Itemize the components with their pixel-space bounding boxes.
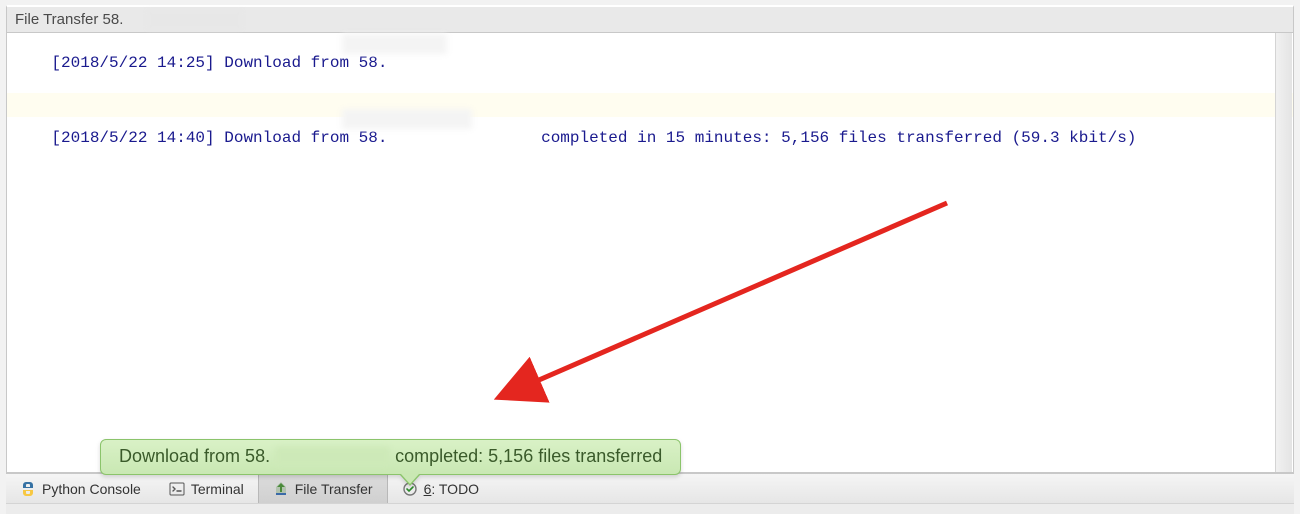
notification-text-prefix: Download from 58. (119, 446, 270, 466)
tool-label: 6: TODO (424, 481, 480, 497)
terminal-icon (169, 481, 185, 497)
tool-python-console[interactable]: Python Console (6, 474, 155, 503)
log-timestamp: [2018/5/22 14:40] (51, 129, 214, 147)
log-message: Download from 58. (215, 54, 388, 72)
file-transfer-icon (273, 481, 289, 497)
log-line: [2018/5/22 14:25] Download from 58. (7, 33, 1293, 108)
python-icon (20, 481, 36, 497)
tool-file-transfer[interactable]: File Transfer (258, 474, 388, 503)
panel-tab-header: File Transfer 58. (6, 5, 1294, 33)
tool-label: File Transfer (295, 481, 373, 497)
tool-terminal[interactable]: Terminal (155, 474, 258, 503)
log-output-pane[interactable]: [2018/5/22 14:25] Download from 58. [201… (6, 33, 1294, 473)
log-line: [2018/5/22 14:40] Download from 58. comp… (7, 108, 1293, 183)
status-strip (6, 503, 1294, 514)
notification-balloon[interactable]: Download from 58. completed: 5,156 files… (100, 439, 681, 475)
redacted-ip-log (342, 34, 447, 54)
tool-label: Python Console (42, 481, 141, 497)
redacted-ip-notify (275, 447, 390, 467)
tool-label: Terminal (191, 481, 244, 497)
log-message: Download from 58. completed in 15 minute… (215, 129, 1137, 147)
panel-title: File Transfer 58. (7, 11, 123, 28)
log-timestamp: [2018/5/22 14:25] (51, 54, 214, 72)
tool-window-bar: Python Console Terminal File Transfer 6:… (6, 473, 1294, 503)
redacted-ip-log (342, 109, 472, 129)
vertical-scrollbar[interactable] (1275, 33, 1292, 472)
redacted-ip-header (147, 10, 242, 30)
notification-text-suffix: completed: 5,156 files transferred (395, 446, 662, 466)
